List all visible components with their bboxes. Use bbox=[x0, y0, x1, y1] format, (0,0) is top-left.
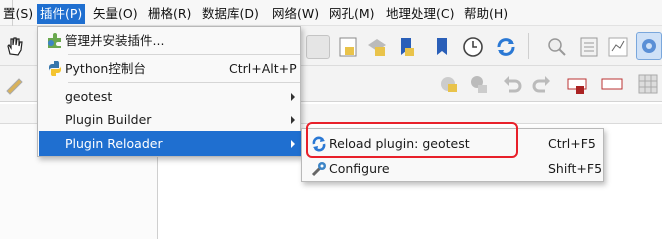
menu-item-label: Plugin Builder bbox=[65, 112, 152, 127]
menu-raster[interactable]: 栅格(R) bbox=[145, 4, 194, 24]
menu-item-label: Python控制台 bbox=[65, 61, 146, 76]
settings-gear-icon[interactable] bbox=[636, 32, 662, 60]
menu-item-label: 管理并安装插件... bbox=[65, 33, 165, 48]
identify-icon[interactable] bbox=[545, 35, 569, 59]
menu-separator bbox=[68, 54, 300, 55]
annotation-highlight-box bbox=[306, 122, 518, 158]
text-label-icon[interactable] bbox=[600, 72, 624, 96]
menu-item-configure[interactable]: Configure Shift+F5 bbox=[303, 156, 604, 181]
clock-icon[interactable] bbox=[461, 35, 485, 59]
menu-item-label: Configure bbox=[329, 161, 390, 176]
redo-icon[interactable] bbox=[530, 72, 554, 96]
toolbar-button-icon[interactable] bbox=[306, 35, 330, 59]
submenu-arrow-icon bbox=[291, 93, 295, 101]
menu-item-shortcut: Ctrl+F5 bbox=[548, 136, 596, 151]
menu-separator bbox=[68, 82, 300, 83]
menu-database[interactable]: 数据库(D) bbox=[199, 4, 262, 24]
menu-web[interactable]: 网络(W) bbox=[269, 4, 322, 24]
menu-item-shortcut: Shift+F5 bbox=[548, 161, 603, 176]
menu-processing[interactable]: 地理处理(C) bbox=[383, 4, 457, 24]
puzzle-plugin-icon bbox=[46, 32, 64, 49]
menu-settings[interactable]: 置(S) bbox=[0, 4, 36, 24]
menu-mesh[interactable]: 网孔(M) bbox=[326, 4, 378, 24]
menu-item-manage-plugins[interactable]: 管理并安装插件... bbox=[39, 28, 301, 53]
add-bookmark-icon[interactable] bbox=[430, 35, 454, 59]
menu-item-plugin-builder[interactable]: Plugin Builder bbox=[39, 107, 301, 132]
menu-item-python-console[interactable]: Python控制台 Ctrl+Alt+P bbox=[39, 56, 301, 81]
configure-icon bbox=[310, 160, 328, 177]
menu-item-label: Plugin Reloader bbox=[65, 136, 163, 151]
layout-icon[interactable] bbox=[365, 35, 389, 59]
menu-plugins[interactable]: 插件(P) bbox=[37, 4, 86, 24]
pan-hand-icon[interactable] bbox=[2, 34, 26, 58]
menu-bar: 置(S) 插件(P) 矢量(O) 栅格(R) 数据库(D) 网络(W) 网孔(M… bbox=[0, 0, 662, 26]
bookmark-icon[interactable] bbox=[394, 35, 418, 59]
digitize-pencil-icon[interactable] bbox=[2, 72, 26, 96]
menu-vector[interactable]: 矢量(O) bbox=[90, 4, 141, 24]
new-map-icon[interactable] bbox=[336, 35, 360, 59]
python-icon bbox=[46, 60, 64, 77]
menu-item-label: geotest bbox=[65, 89, 113, 104]
menu-help[interactable]: 帮助(H) bbox=[461, 4, 511, 24]
statistics-icon[interactable] bbox=[606, 35, 630, 59]
submenu-arrow-icon bbox=[291, 140, 295, 148]
toolbar-separator bbox=[528, 33, 529, 59]
attribute-table-icon[interactable] bbox=[577, 35, 601, 59]
grid-icon[interactable] bbox=[636, 72, 660, 96]
submenu-arrow-icon bbox=[291, 116, 295, 124]
plugins-menu: 管理并安装插件... Python控制台 Ctrl+Alt+P geotest … bbox=[37, 26, 301, 157]
undo-icon[interactable] bbox=[500, 72, 524, 96]
pin-labels-icon[interactable] bbox=[466, 72, 490, 96]
refresh-icon[interactable] bbox=[494, 35, 518, 59]
label-tool-icon[interactable] bbox=[436, 72, 460, 96]
menu-item-geotest[interactable]: geotest bbox=[39, 84, 301, 109]
menu-item-shortcut: Ctrl+Alt+P bbox=[229, 61, 297, 76]
text-annotation-icon[interactable] bbox=[566, 72, 590, 96]
menu-item-plugin-reloader[interactable]: Plugin Reloader bbox=[39, 131, 301, 156]
